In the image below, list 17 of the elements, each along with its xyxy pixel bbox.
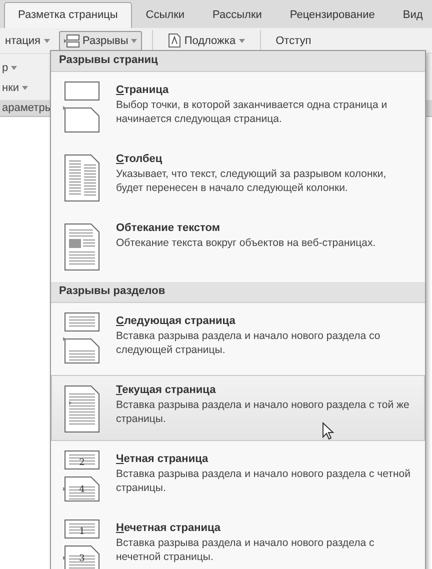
item-description: Указывает, что текст, следующий за разрывом колонки, будет перенесен в начало следующей колонки. [116, 167, 388, 195]
item-description: Обтекание текста вокруг объектов на веб-страницах. [116, 236, 376, 250]
item-title: Столбец [116, 153, 164, 165]
item-title: Следующая страница [116, 315, 236, 327]
item-description: Вставка разрыва раздела и начало нового раздела с четной страницы. [116, 467, 412, 495]
item-description: Вставка разрыва раздела и начало нового раздела с той же страницы. [116, 398, 410, 426]
item-title: Нечетная страница [116, 522, 222, 534]
item-title: Четная страница [116, 453, 210, 465]
item-description: Вставка разрыва раздела и начало нового раздела с нечетной страницы. [116, 536, 376, 564]
item-title: Обтекание текстом [116, 222, 221, 234]
item-title: Текущая страница [116, 384, 217, 396]
item-description: Вставка разрыва раздела и начало нового раздела со следующей страницы. [116, 329, 382, 357]
section-header: Разрывы разделов [51, 282, 425, 303]
item-description: Выбор точки, в которой заканчивается одна страница и начинается следующая страница. [116, 98, 388, 126]
group-label: араметры [2, 102, 53, 114]
item-title: Страница [116, 84, 170, 96]
section-header: Разрывы страниц [51, 51, 425, 72]
